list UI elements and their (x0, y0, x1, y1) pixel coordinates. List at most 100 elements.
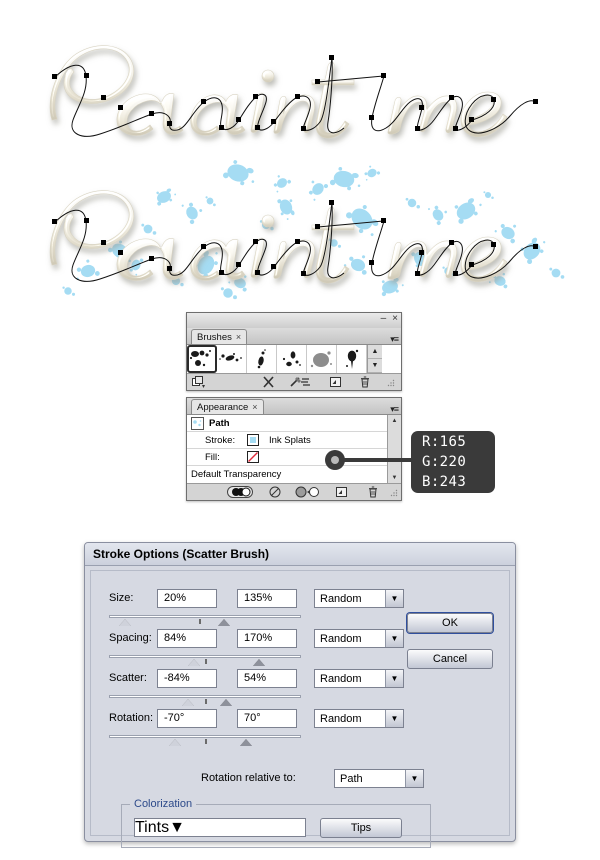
stroke-options-dialog: Stroke Options (Scatter Brush) Size: 20%… (84, 542, 516, 848)
rotation-min-input[interactable]: -70° (157, 709, 217, 728)
appearance-row-transparency[interactable]: Default Transparency (187, 466, 401, 483)
tab-brushes[interactable]: Brushes × (191, 329, 248, 345)
chevron-down-icon[interactable]: ▼ (169, 819, 185, 837)
floating-panel-stack: – × Brushes × ▾≡ ▲ ▼ Appearance × ▾≡ Pat… (186, 312, 402, 501)
appearance-row-stroke[interactable]: Stroke: Ink Splats (187, 432, 401, 449)
artwork-svg-1 (49, 45, 538, 139)
brush-item-4[interactable] (277, 345, 307, 373)
stroke-color-swatch[interactable] (247, 434, 259, 446)
colorization-legend: Colorization (130, 798, 197, 810)
minimize-icon[interactable]: – (381, 314, 387, 324)
rotation-slider-track[interactable] (109, 735, 301, 738)
brush-item-6[interactable] (337, 345, 367, 373)
ink-splat-brush-4-thumb (282, 351, 301, 367)
add-new-stroke-icon[interactable] (227, 486, 253, 498)
script-lettering-2 (49, 190, 508, 284)
panel-menu-icon[interactable]: ▾≡ (390, 405, 399, 414)
rotation-max-input[interactable]: 70° (237, 709, 297, 728)
resize-grip-icon[interactable] (390, 489, 398, 497)
brushes-tabrow: Brushes × ▾≡ (187, 328, 401, 345)
appearance-target-label: Path (209, 417, 230, 429)
brush-item-1[interactable] (187, 345, 217, 373)
scroll-up-icon[interactable]: ▲ (368, 345, 382, 359)
ink-splat-brush-1-thumb (189, 350, 211, 367)
clear-appearance-icon[interactable] (269, 486, 281, 498)
colorization-group: Colorization Tints ▼ Tips (121, 798, 431, 848)
spacing-label: Spacing: (109, 632, 152, 644)
size-slider-thumb-max[interactable] (218, 619, 231, 626)
color-value-callout: R:165 G:220 B:243 (411, 431, 495, 493)
tab-brushes-label: Brushes (197, 331, 232, 343)
scatter-slider[interactable] (109, 695, 301, 708)
appearance-target-row[interactable]: Path (187, 415, 401, 432)
path-thumbnail-icon (191, 416, 204, 430)
scatter-mode-select[interactable]: Random ▼ (314, 669, 404, 688)
scroll-up-icon[interactable]: ▲ (388, 415, 401, 426)
cancel-button[interactable]: Cancel (407, 649, 493, 669)
tab-close-icon[interactable]: × (236, 330, 241, 345)
callout-pointer-dot (325, 450, 345, 470)
brushes-panel-titlebar[interactable]: – × (187, 313, 401, 328)
panel-menu-icon[interactable]: ▾≡ (390, 335, 399, 344)
brush-item-5[interactable] (307, 345, 337, 373)
rotation-label: Rotation: (109, 712, 154, 724)
spacing-slider[interactable] (109, 655, 301, 668)
scroll-down-icon[interactable]: ▼ (388, 472, 401, 483)
chevron-down-icon[interactable]: ▼ (385, 710, 403, 727)
appearance-scrollbar[interactable]: ▲ ▼ (387, 415, 401, 483)
size-min-input[interactable]: 20% (157, 589, 217, 608)
rotation-mode-select[interactable]: Random ▼ (314, 709, 404, 728)
tips-button[interactable]: Tips (320, 818, 402, 838)
new-brush-icon[interactable] (329, 376, 342, 388)
scatter-slider-thumb-min[interactable] (181, 699, 194, 706)
size-slider-track[interactable] (109, 615, 301, 618)
brush-scrollbar[interactable]: ▲ ▼ (367, 345, 382, 373)
chevron-down-icon[interactable]: ▼ (385, 590, 403, 607)
scroll-down-icon[interactable]: ▼ (368, 359, 382, 373)
spacing-slider-thumb-min[interactable] (187, 659, 200, 666)
spacing-slider-thumb-max[interactable] (253, 659, 265, 666)
size-slider[interactable] (109, 615, 301, 628)
scatter-max-input[interactable]: 54% (237, 669, 297, 688)
rotation-mode-value: Random (320, 712, 362, 725)
rotation-slider-thumb-min[interactable] (168, 739, 181, 746)
rotation-slider-thumb-max[interactable] (239, 739, 252, 746)
size-slider-thumb-min[interactable] (118, 619, 131, 626)
scatter-min-input[interactable]: -84% (157, 669, 217, 688)
chevron-down-icon[interactable]: ▼ (385, 630, 403, 647)
delete-brush-icon[interactable] (359, 376, 371, 388)
rotation-relative-value: Path (340, 772, 363, 785)
fill-none-swatch[interactable] (247, 451, 259, 463)
close-icon[interactable]: × (392, 314, 398, 324)
scatter-slider-thumb-max[interactable] (220, 699, 233, 706)
chevron-down-icon[interactable]: ▼ (405, 770, 423, 787)
spacing-mode-select[interactable]: Random ▼ (314, 629, 404, 648)
options-of-selected-object-icon[interactable] (290, 376, 310, 388)
script-lettering-1 (49, 45, 508, 139)
brush-item-2[interactable] (217, 345, 247, 373)
spacing-slider-track[interactable] (109, 655, 301, 658)
size-max-input[interactable]: 135% (237, 589, 297, 608)
chevron-down-icon[interactable]: ▼ (385, 670, 403, 687)
spacing-max-input[interactable]: 170% (237, 629, 297, 648)
duplicate-selected-item-icon[interactable] (335, 486, 348, 498)
scatter-slider-tick (205, 699, 207, 704)
spacing-min-input[interactable]: 84% (157, 629, 217, 648)
brush-item-3[interactable] (247, 345, 277, 373)
resize-grip-icon[interactable] (387, 379, 395, 387)
rotation-relative-select[interactable]: Path ▼ (334, 769, 424, 788)
rotation-slider[interactable] (109, 735, 301, 748)
tab-appearance[interactable]: Appearance × (191, 399, 264, 414)
tab-close-icon[interactable]: × (252, 400, 257, 415)
delete-selected-item-icon[interactable] (367, 486, 379, 498)
reduce-to-basic-appearance-icon[interactable] (295, 486, 319, 498)
scatter-slider-track[interactable] (109, 695, 301, 698)
ok-button[interactable]: OK (407, 613, 493, 633)
stroke-brush-name: Ink Splats (269, 434, 311, 446)
size-mode-select[interactable]: Random ▼ (314, 589, 404, 608)
appearance-toolbar (187, 484, 401, 500)
remove-brush-stroke-icon[interactable] (262, 376, 275, 388)
brush-libraries-icon[interactable] (192, 376, 205, 388)
colorization-method-select[interactable]: Tints ▼ (134, 818, 306, 837)
rotation-relative-label: Rotation relative to: (201, 772, 296, 784)
